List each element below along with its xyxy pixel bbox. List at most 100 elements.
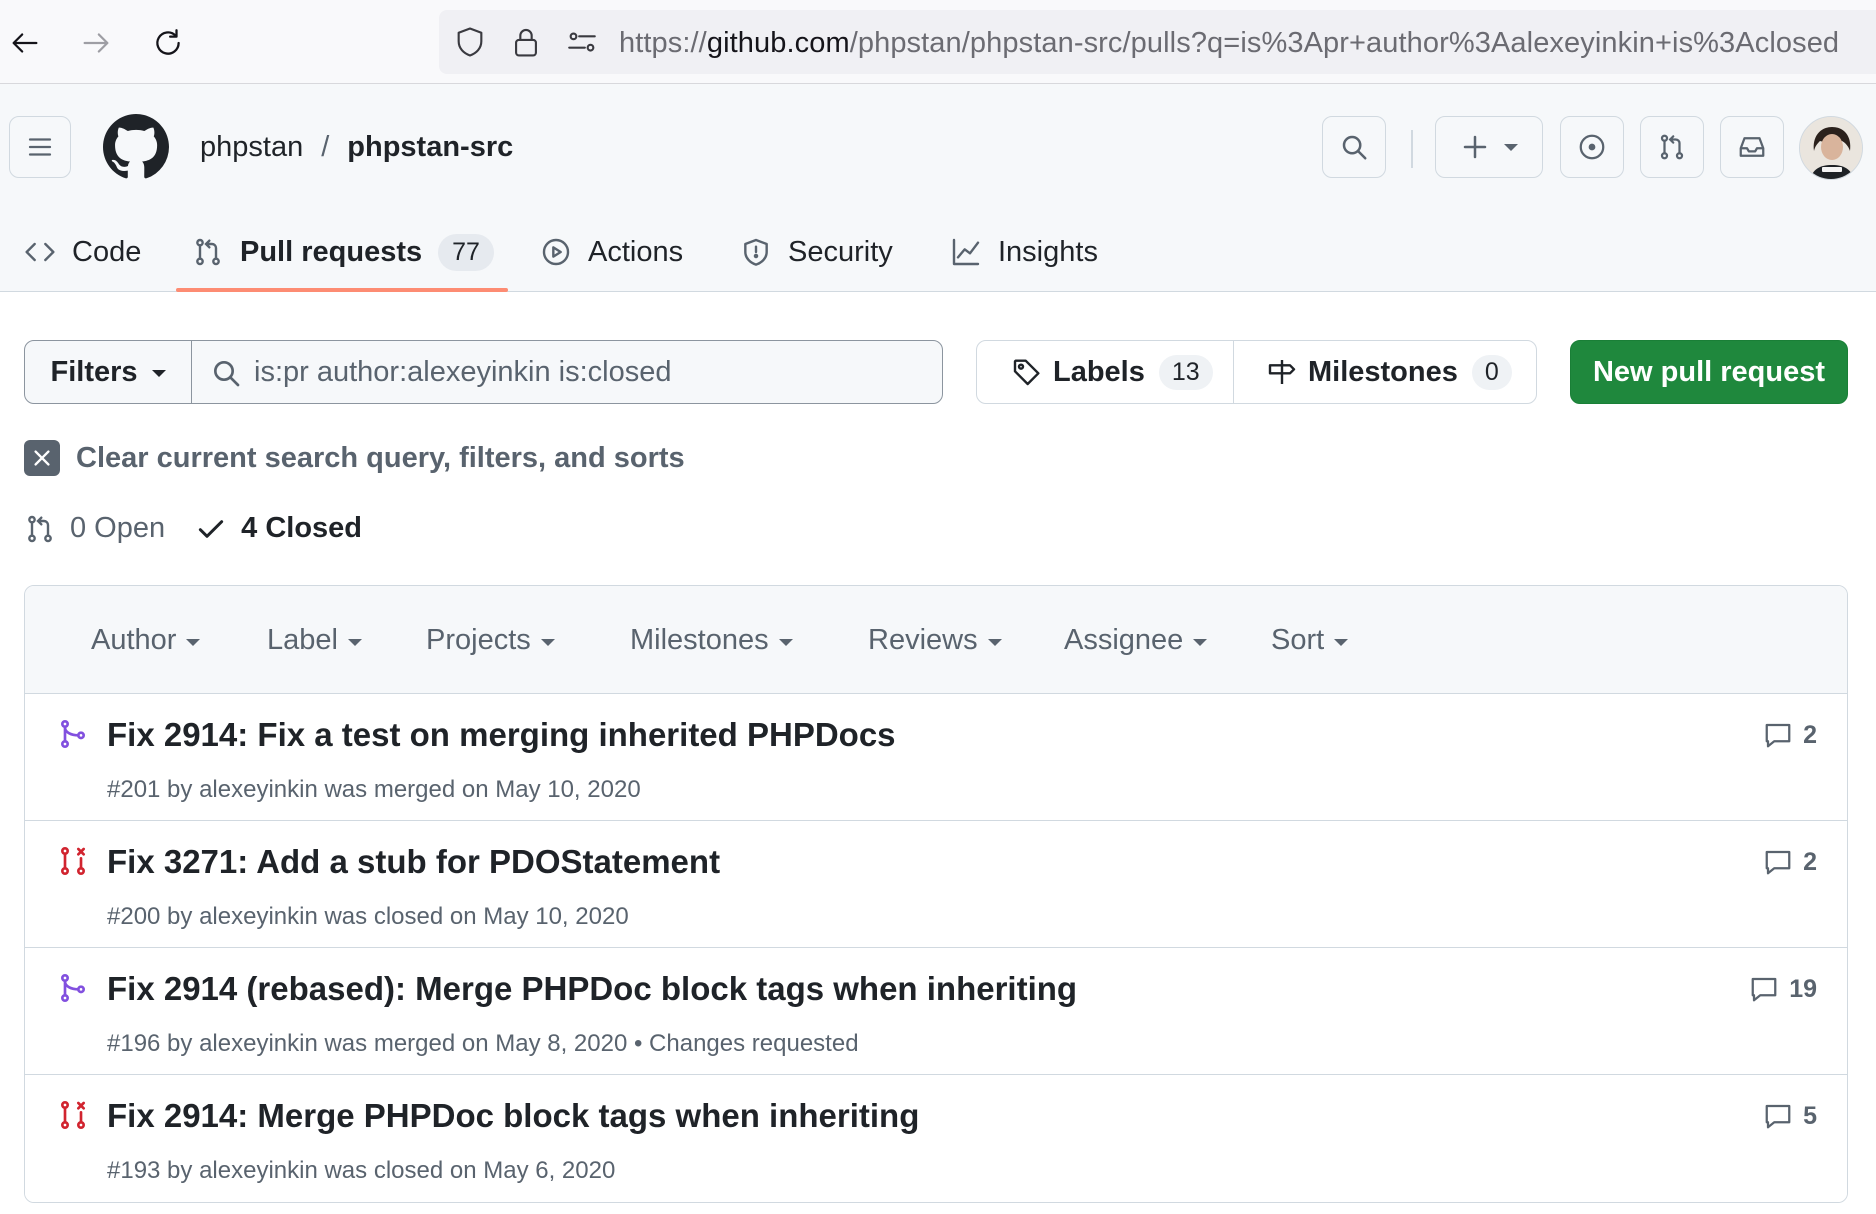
filters-button[interactable]: Filters (24, 340, 192, 404)
labels-milestones-group: Labels 13 Milestones 0 (976, 340, 1537, 404)
tab-label: Actions (588, 235, 684, 268)
closed-filter-link[interactable]: 4 Closed (195, 512, 362, 545)
arrow-right-icon (83, 33, 109, 53)
inbox-icon (1739, 137, 1765, 157)
filters-label: Filters (50, 355, 138, 388)
tab-insights[interactable]: Insights (950, 212, 1098, 292)
create-new-button[interactable] (1435, 116, 1543, 178)
milestones-filter-dropdown[interactable]: Milestones (630, 624, 793, 657)
chevron-down-icon (1334, 638, 1349, 646)
tab-label: Insights (998, 235, 1098, 268)
tag-icon (1013, 359, 1040, 386)
chevron-down-icon (1504, 143, 1518, 151)
search-button[interactable] (1322, 116, 1386, 178)
labels-label: Labels (1053, 355, 1145, 388)
list-item[interactable]: Fix 2914: Fix a test on merging inherite… (25, 694, 1847, 821)
search-icon (1342, 135, 1367, 160)
issues-button[interactable] (1560, 116, 1624, 178)
label-filter-label: Label (267, 624, 338, 656)
pull-requests-button[interactable] (1640, 116, 1704, 178)
tab-label: Security (788, 235, 893, 268)
tab-code[interactable]: Code (24, 212, 141, 292)
clear-filters-label: Clear current search query, filters, and… (76, 441, 685, 474)
address-bar[interactable]: https://github.com/phpstan/phpstan-src/p… (439, 10, 1876, 74)
url-text[interactable]: https://github.com/phpstan/phpstan-src/p… (619, 27, 1839, 60)
pr-title-link[interactable]: Fix 3271: Add a stub for PDOStatement (107, 843, 720, 881)
inbox-button[interactable] (1720, 116, 1784, 178)
menu-button[interactable] (9, 116, 71, 178)
open-filter-link[interactable]: 0 Open (24, 512, 165, 545)
lock-icon[interactable] (509, 25, 543, 59)
code-icon (25, 242, 55, 262)
github-logo-icon[interactable] (103, 114, 169, 180)
comments-link[interactable]: 2 (1763, 847, 1817, 877)
open-count: 0 Open (70, 512, 166, 544)
milestones-button[interactable]: Milestones 0 (1234, 341, 1536, 403)
search-input[interactable] (254, 351, 924, 393)
repo-header: phpstan / phpstan-src Code Pull requests… (0, 84, 1876, 292)
sort-label: Sort (1271, 624, 1325, 656)
tab-label: Code (72, 235, 142, 268)
comment-count: 19 (1789, 974, 1817, 1003)
comments-link[interactable]: 19 (1749, 974, 1817, 1004)
clear-filters-link[interactable]: Clear current search query, filters, and… (24, 440, 685, 476)
pr-title-link[interactable]: Fix 2914 (rebased): Merge PHPDoc block t… (107, 970, 1077, 1008)
sort-dropdown[interactable]: Sort (1271, 624, 1349, 657)
comment-count: 2 (1803, 720, 1817, 749)
tab-security[interactable]: Security (740, 212, 893, 292)
site-permissions-icon[interactable] (565, 25, 599, 59)
reviews-filter-label: Reviews (868, 624, 978, 656)
tab-pull-requests[interactable]: Pull requests 77 (192, 212, 494, 292)
list-item[interactable]: Fix 2914: Merge PHPDoc block tags when i… (25, 1075, 1847, 1202)
reload-icon (156, 29, 180, 55)
close-icon (24, 440, 60, 476)
milestones-filter-label: Milestones (630, 624, 769, 656)
milestones-count-badge: 0 (1471, 354, 1512, 390)
chevron-down-icon (987, 638, 1002, 646)
play-icon (542, 238, 570, 266)
list-item[interactable]: Fix 3271: Add a stub for PDOStatement #2… (25, 821, 1847, 948)
pr-title-link[interactable]: Fix 2914: Merge PHPDoc block tags when i… (107, 1097, 919, 1135)
comments-link[interactable]: 5 (1763, 1101, 1817, 1131)
issue-opened-icon (1579, 134, 1605, 160)
pr-title-link[interactable]: Fix 2914: Fix a test on merging inherite… (107, 716, 896, 754)
label-filter-dropdown[interactable]: Label (267, 624, 362, 657)
shield-icon[interactable] (453, 25, 487, 59)
git-merge-icon (61, 974, 85, 1002)
repo-name-link[interactable]: phpstan-src (347, 131, 513, 164)
git-pull-request-icon (28, 515, 52, 542)
chevron-down-icon (540, 638, 555, 646)
avatar[interactable] (1799, 116, 1863, 180)
assignee-filter-dropdown[interactable]: Assignee (1064, 624, 1208, 657)
plus-icon (1463, 135, 1487, 159)
shield-icon (744, 238, 768, 266)
forward-button[interactable] (73, 20, 119, 66)
projects-filter-dropdown[interactable]: Projects (426, 624, 555, 657)
reload-button[interactable] (145, 20, 191, 66)
new-pull-request-button[interactable]: New pull request (1570, 340, 1848, 404)
chevron-down-icon (1193, 638, 1208, 646)
comment-icon (1765, 1104, 1791, 1129)
reviews-filter-dropdown[interactable]: Reviews (868, 624, 1002, 657)
comment-icon (1765, 723, 1791, 748)
chevron-down-icon (151, 370, 166, 377)
comments-link[interactable]: 2 (1763, 720, 1817, 750)
search-field[interactable] (191, 340, 943, 404)
git-pull-request-closed-icon (61, 1101, 85, 1129)
pr-meta: #201 by alexeyinkin was merged on May 10… (107, 776, 641, 803)
repo-owner-link[interactable]: phpstan (200, 131, 303, 164)
list-item[interactable]: Fix 2914 (rebased): Merge PHPDoc block t… (25, 948, 1847, 1075)
comment-count: 5 (1803, 1101, 1817, 1130)
labels-button[interactable]: Labels 13 (977, 341, 1234, 403)
browser-toolbar: https://github.com/phpstan/phpstan-src/p… (0, 0, 1876, 84)
tab-actions[interactable]: Actions (540, 212, 683, 292)
assignee-filter-label: Assignee (1064, 624, 1184, 656)
chevron-down-icon (186, 638, 201, 646)
user-photo-icon (1800, 117, 1862, 179)
milestones-label: Milestones (1308, 355, 1458, 388)
pull-request-list: Author Label Projects Milestones Reviews… (24, 585, 1848, 1203)
git-pull-request-closed-icon (61, 847, 85, 875)
back-button[interactable] (2, 20, 48, 66)
milestone-icon (1268, 360, 1296, 384)
author-filter-dropdown[interactable]: Author (91, 624, 201, 657)
